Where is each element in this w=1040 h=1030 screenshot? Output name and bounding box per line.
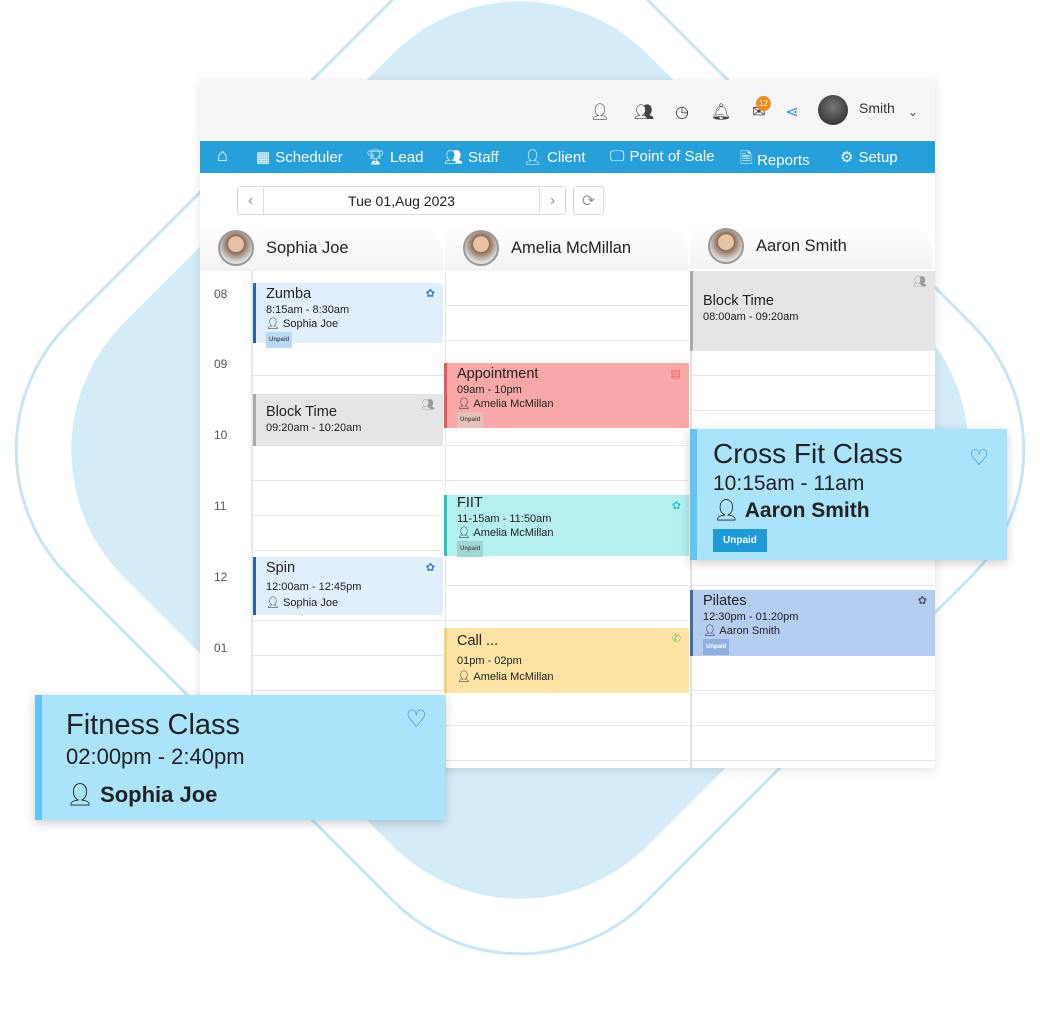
time-label: 01 xyxy=(214,641,228,655)
lotus-icon: ✿ xyxy=(917,595,927,607)
current-date[interactable]: Tue 01,Aug 2023 xyxy=(264,187,539,214)
home-icon[interactable]: ⌂ xyxy=(217,145,228,166)
calendar-icon: ▦ xyxy=(256,149,271,166)
time-label: 08 xyxy=(214,287,228,301)
event-pilates[interactable]: Pilates 12:30pm - 01:20pm 👤︎ Aaron Smith… xyxy=(690,590,935,656)
user-icon: 👤︎ xyxy=(457,527,471,539)
scheduler-window: 👤︎ 👥︎ ◷ 🔔︎ ✉ 12 ⋖ Smith ⌄ ⌂ ▦ Scheduler 🏆… xyxy=(200,80,935,768)
staff-header: Amelia McMillan xyxy=(445,225,688,271)
avatar xyxy=(463,230,499,266)
time-label: 10 xyxy=(214,428,228,442)
trophy-icon: 🏆︎ xyxy=(366,149,386,166)
refresh-icon: ⟳ xyxy=(581,192,596,210)
prev-day-button[interactable]: ‹ xyxy=(238,187,264,214)
lotus-icon: ✿ xyxy=(425,562,435,574)
user-clock-icon: 👥︎ xyxy=(913,276,927,288)
nav-scheduler[interactable]: ▦ Scheduler xyxy=(256,148,343,167)
nav-point-of-sale[interactable]: 🖵 Point of Sale xyxy=(610,148,715,165)
event-appointment[interactable]: Appointment 09am - 10pm 👤︎ Amelia McMill… xyxy=(444,363,689,428)
user-icon: 👤︎ xyxy=(457,671,471,683)
status-badge: Unpaid xyxy=(457,412,484,428)
gears-icon: ⚙ xyxy=(840,149,854,166)
next-day-button[interactable]: › xyxy=(539,187,565,214)
nav-reports[interactable]: 🗎 Reports xyxy=(740,148,810,173)
status-badge: Unpaid xyxy=(266,332,293,348)
refresh-button[interactable]: ⟳ xyxy=(573,186,604,215)
main-nav: ⌂ ▦ Scheduler 🏆︎ Lead 👥︎ Staff 👤︎ Client 🖵 Po… xyxy=(200,141,935,173)
users-icon: 👥︎ xyxy=(444,149,464,166)
clock-icon[interactable]: ◷ xyxy=(672,102,692,122)
user-check-icon[interactable]: 👤︎ xyxy=(590,102,610,122)
status-badge: Unpaid xyxy=(457,541,484,557)
report-icon: 🗎 xyxy=(740,150,753,167)
heartbeat-icon: ♡ xyxy=(969,445,989,470)
time-label: 12 xyxy=(214,570,228,584)
status-badge: Unpaid xyxy=(713,529,767,552)
user-clock-icon: 👥︎ xyxy=(421,399,435,411)
user-name[interactable]: Smith xyxy=(859,100,895,116)
date-navigator: ‹ Tue 01,Aug 2023 › xyxy=(237,186,566,215)
top-bar: 👤︎ 👥︎ ◷ 🔔︎ ✉ 12 ⋖ Smith ⌄ xyxy=(200,80,935,141)
user-icon: 👤︎ xyxy=(703,625,717,637)
nav-lead[interactable]: 🏆︎ Lead xyxy=(366,148,423,167)
status-badge: Unpaid xyxy=(703,639,730,655)
avatar xyxy=(708,228,744,264)
bell-icon[interactable]: 🔔︎ xyxy=(711,102,731,122)
staff-header: Sophia Joe xyxy=(200,225,443,271)
event-zumba[interactable]: Zumba 8:15am - 8:30am 👤︎ Sophia Joe Unpa… xyxy=(253,283,443,348)
lotus-icon: ✿ xyxy=(671,500,681,512)
event-spin[interactable]: Spin 12:00am - 12:45pm 👤︎ Sophia Joe ✿ xyxy=(253,557,443,615)
time-label: 09 xyxy=(214,357,228,371)
phone-icon: ✆ xyxy=(671,633,681,645)
user-icon: 👤︎ xyxy=(713,499,740,522)
staff-header: Aaron Smith xyxy=(690,223,933,269)
popup-fitness-class[interactable]: Fitness Class 02:00pm - 2:40pm 👤︎ Sophia… xyxy=(35,695,445,820)
nav-client[interactable]: 👤︎ Client xyxy=(523,148,585,167)
user-icon: 👤︎ xyxy=(66,782,94,807)
calendar-icon: ▤ xyxy=(670,368,681,380)
avatar[interactable] xyxy=(818,95,848,125)
time-label: 11 xyxy=(214,499,227,513)
time-gutter: 08 09 10 11 12 01 xyxy=(200,271,253,768)
event-call[interactable]: Call ... 01pm - 02pm 👤︎ Amelia McMillan … xyxy=(444,628,689,693)
user-icon: 👤︎ xyxy=(523,149,543,166)
nav-staff[interactable]: 👥︎ Staff xyxy=(444,148,499,167)
monitor-icon: 🖵 xyxy=(610,148,625,165)
event-fiit[interactable]: FIIT 11-15am - 11:50am 👤︎ Amelia McMilla… xyxy=(444,495,689,557)
popup-cross-fit-class[interactable]: Cross Fit Class 10:15am - 11am 👤︎ Aaron … xyxy=(690,429,1007,560)
lotus-icon: ✿ xyxy=(425,288,435,300)
user-icon: 👤︎ xyxy=(266,318,280,330)
event-block-time[interactable]: Block Time 09:20am - 10:20am 👥︎ xyxy=(253,394,443,446)
heartbeat-icon: ♡ xyxy=(405,706,427,733)
chevron-down-icon[interactable]: ⌄ xyxy=(903,102,923,122)
user-icon: 👤︎ xyxy=(266,597,280,609)
mail-count-badge: 12 xyxy=(756,96,771,111)
avatar xyxy=(218,230,254,266)
share-icon[interactable]: ⋖ xyxy=(782,102,802,122)
user-icon: 👤︎ xyxy=(457,398,471,410)
event-block-time[interactable]: Block Time 08:00am - 09:20am 👥︎ xyxy=(690,271,935,351)
user-clock-icon[interactable]: 👥︎ xyxy=(634,102,654,122)
nav-setup[interactable]: ⚙ Setup xyxy=(840,148,898,167)
